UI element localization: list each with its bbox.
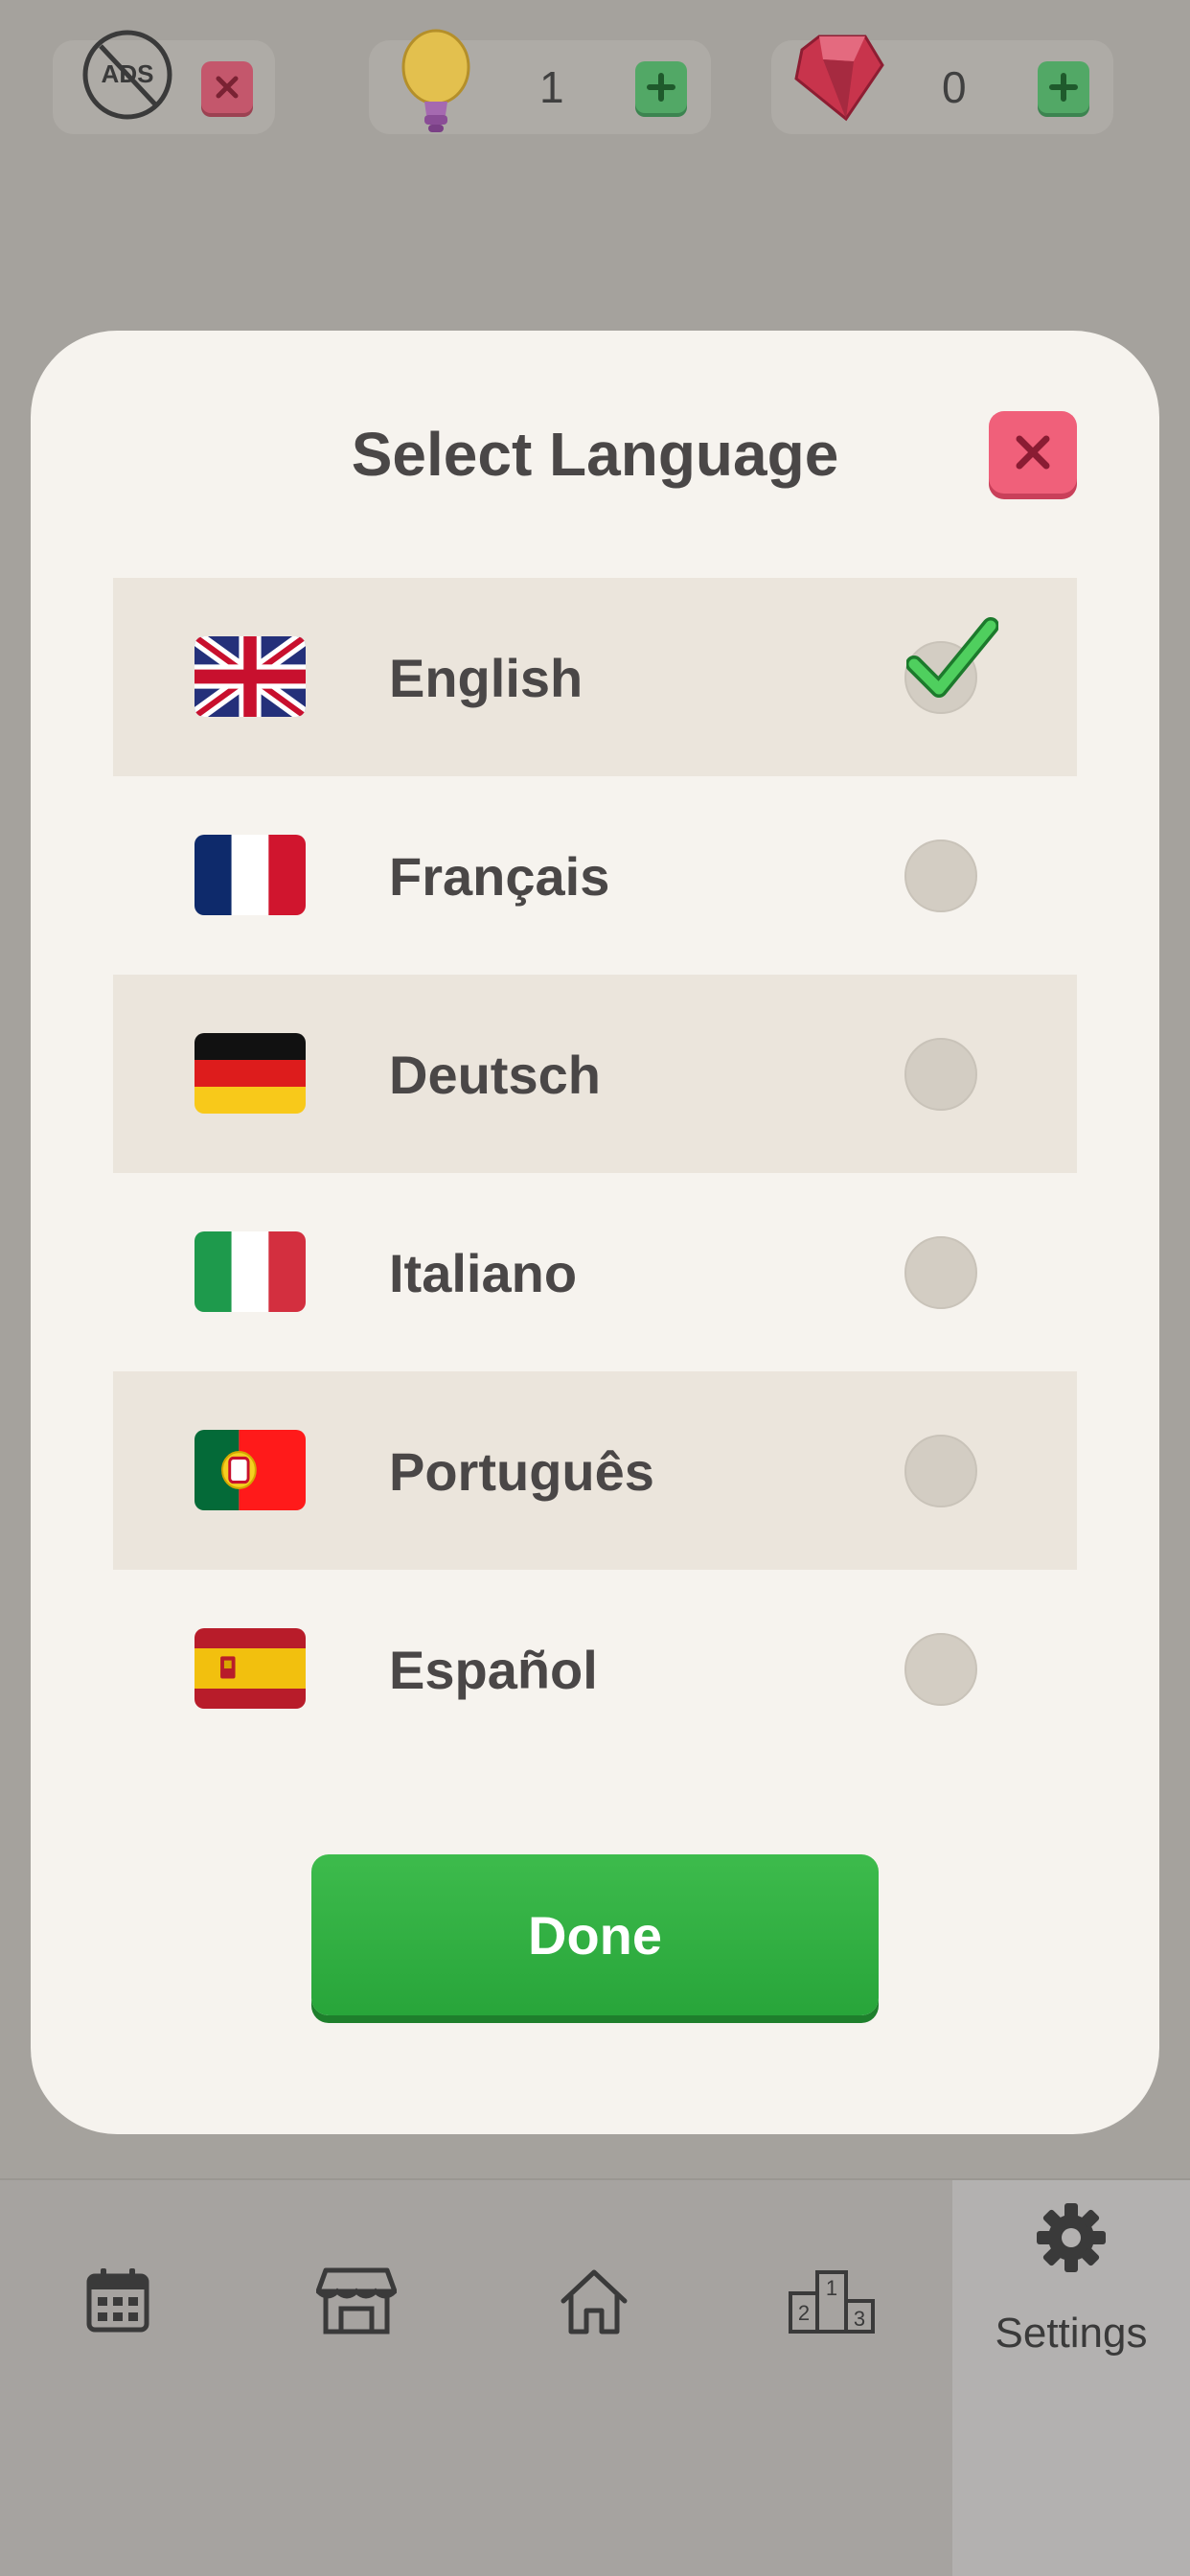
bottom-nav: 2 1 3 Settings [0, 2178, 1190, 2576]
language-label: English [389, 648, 584, 708]
calendar-icon [86, 2268, 149, 2333]
hints-pill: 1 [369, 29, 711, 134]
gems-pill: 0 [771, 34, 1113, 134]
france-flag-icon [195, 835, 306, 915]
nav-leaderboard[interactable]: 2 1 3 [713, 2180, 950, 2576]
language-radio[interactable] [904, 1236, 977, 1309]
nav-calendar[interactable] [0, 2180, 238, 2576]
done-button[interactable]: Done [311, 1854, 879, 2015]
language-radio[interactable] [904, 1038, 977, 1111]
lightbulb-icon [401, 29, 470, 132]
checkmark-icon [906, 617, 998, 698]
shop-icon [316, 2267, 397, 2334]
svg-text:3: 3 [854, 2307, 865, 2331]
language-label: Deutsch [389, 1045, 601, 1105]
close-icon [1016, 435, 1050, 470]
ruby-icon [794, 34, 884, 122]
portugal-flag-icon [195, 1430, 306, 1510]
close-button[interactable] [989, 411, 1077, 494]
nav-settings-label: Settings [995, 2310, 1148, 2357]
language-option-german[interactable]: Deutsch [113, 975, 1077, 1173]
language-option-french[interactable]: Français [113, 776, 1077, 975]
language-list: English Français Deutsch Italiano Portug… [113, 578, 1077, 1768]
language-label: Français [389, 846, 610, 907]
language-option-portuguese[interactable]: Português [113, 1371, 1077, 1570]
nav-settings[interactable]: Settings [952, 2180, 1190, 2576]
germany-flag-icon [195, 1033, 306, 1114]
language-option-italian[interactable]: Italiano [113, 1173, 1077, 1371]
language-radio[interactable] [904, 1633, 977, 1706]
svg-text:1: 1 [826, 2276, 837, 2300]
settings-icon [1037, 2203, 1106, 2272]
plus-icon [647, 73, 675, 102]
uk-flag-icon [195, 636, 306, 717]
nav-shop[interactable] [238, 2180, 475, 2576]
top-bar: ADS 1 0 [0, 0, 1190, 172]
remove-ads-pill: ADS [53, 30, 275, 134]
svg-text:ADS: ADS [102, 59, 154, 88]
language-option-english[interactable]: English [113, 578, 1077, 776]
remove-ads-button[interactable] [201, 61, 253, 113]
language-label: Italiano [389, 1243, 578, 1303]
add-hints-button[interactable] [635, 61, 687, 113]
italy-flag-icon [195, 1231, 306, 1312]
hints-count: 1 [539, 62, 564, 112]
language-label: Português [389, 1441, 654, 1502]
language-radio[interactable] [904, 840, 977, 912]
no-ads-icon: ADS [82, 30, 172, 120]
language-label: Español [389, 1640, 598, 1700]
svg-text:2: 2 [798, 2301, 810, 2325]
spain-flag-icon [195, 1628, 306, 1709]
close-icon [216, 76, 239, 99]
home-icon [561, 2269, 628, 2334]
gems-count: 0 [942, 62, 967, 112]
leaderboard-icon: 2 1 3 [789, 2270, 875, 2334]
plus-icon [1049, 73, 1078, 102]
language-radio[interactable] [904, 1435, 977, 1507]
language-dialog: Select Language English Français Deutsch… [31, 331, 1159, 2134]
nav-home[interactable] [475, 2180, 713, 2576]
add-gems-button[interactable] [1038, 61, 1089, 113]
language-option-spanish[interactable]: Español [113, 1570, 1077, 1768]
